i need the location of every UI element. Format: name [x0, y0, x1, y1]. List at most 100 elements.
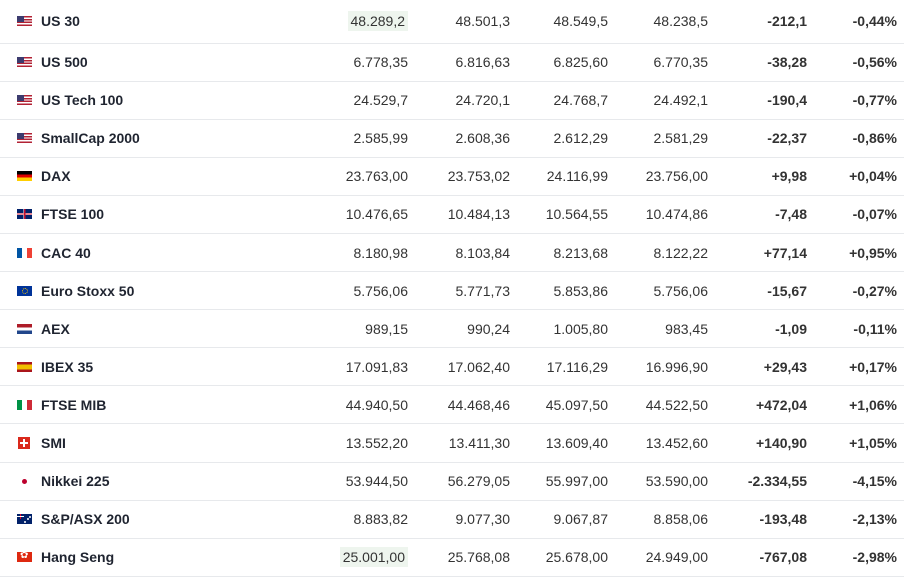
- change-percent-cell: -0,86%: [852, 130, 897, 147]
- index-name-cell[interactable]: CAC 40: [0, 233, 307, 271]
- high-price-cell: 48.549,5: [553, 13, 609, 30]
- last-price: 44.940,50: [345, 396, 408, 413]
- index-name-link[interactable]: CAC 40: [41, 245, 91, 261]
- index-name-link[interactable]: FTSE MIB: [41, 397, 106, 413]
- open-price-cell: 24.720,1: [455, 92, 511, 109]
- high-price-cell: 24.116,99: [546, 168, 608, 185]
- index-name-link[interactable]: US 30: [41, 13, 80, 29]
- index-name-link[interactable]: Nikkei 225: [41, 473, 110, 489]
- fr-flag-icon: [17, 247, 32, 258]
- change-percent-cell: -0,56%: [852, 54, 897, 71]
- high-price-cell: 17.116,29: [546, 358, 608, 375]
- table-row[interactable]: S&P/ASX 200 8.883,82 9.077,30 9.067,87 8.858…: [0, 500, 904, 539]
- index-name-link[interactable]: Hang Seng: [41, 549, 114, 565]
- index-name-cell[interactable]: FTSE 100: [0, 195, 307, 233]
- index-name-cell[interactable]: Euro Stoxx 50: [0, 272, 307, 310]
- index-name-cell[interactable]: Nikkei 225: [0, 462, 307, 500]
- index-name-cell[interactable]: SmallCap 2000: [0, 119, 307, 157]
- table-row[interactable]: FTSE 100 10.476,65 10.484,13 10.564,55 10.47…: [0, 195, 904, 234]
- last-price-cell: 13.552,20: [307, 424, 408, 462]
- change-cell: -7,48: [775, 206, 807, 223]
- open-price-cell: 2.608,36: [455, 130, 511, 147]
- last-price-cell: 24.529,7: [307, 81, 409, 119]
- nl-flag-icon: [17, 323, 32, 334]
- change-percent-cell: -0,27%: [852, 282, 897, 299]
- high-price-cell: 10.564,55: [545, 206, 608, 223]
- change-percent-cell: -0,44%: [852, 13, 897, 30]
- change-cell: -190,4: [767, 92, 807, 109]
- table-row[interactable]: SMI 13.552,20 13.411,30 13.609,40 13.452,60 +…: [0, 424, 904, 463]
- change-cell: -212,1: [767, 13, 807, 30]
- last-price: 13.552,20: [345, 434, 408, 451]
- change-cell: -193,48: [759, 511, 807, 528]
- ch-flag-icon: [18, 436, 30, 449]
- last-price: 989,15: [365, 320, 408, 337]
- index-name-link[interactable]: FTSE 100: [41, 206, 104, 222]
- table-row[interactable]: Euro Stoxx 50 5.756,06 5.771,73 5.853,86 5.7…: [0, 272, 904, 310]
- table-row[interactable]: AEX 989,15 990,24 1.005,80 983,45 -1,09 -0,11%: [0, 310, 904, 348]
- index-name-link[interactable]: SMI: [41, 435, 66, 451]
- index-name-link[interactable]: AEX: [41, 321, 70, 337]
- open-price-cell: 990,24: [467, 320, 510, 337]
- index-name-link[interactable]: S&P/ASX 200: [41, 511, 130, 527]
- index-name-cell[interactable]: US 500: [0, 43, 307, 81]
- index-name-cell[interactable]: US Tech 100: [0, 81, 307, 119]
- index-name-cell[interactable]: FTSE MIB: [0, 386, 307, 424]
- table-row[interactable]: US 500 6.778,35 6.816,63 6.825,60 6.770,35 -3…: [0, 43, 904, 82]
- table-row[interactable]: Nikkei 225 53.944,50 56.279,05 55.997,00 53.…: [0, 462, 904, 501]
- low-price-cell: 24.492,1: [653, 92, 709, 109]
- index-name-cell[interactable]: US 30: [0, 0, 307, 43]
- change-cell: +140,90: [756, 434, 807, 451]
- index-name-cell[interactable]: S&P/ASX 200: [0, 500, 307, 538]
- index-name-link[interactable]: SmallCap 2000: [41, 130, 140, 146]
- last-price: 24.529,7: [353, 92, 409, 109]
- high-price-cell: 2.612,29: [553, 130, 609, 147]
- index-name-cell[interactable]: AEX: [0, 310, 307, 348]
- last-price: 5.756,06: [353, 282, 409, 299]
- index-name-link[interactable]: Euro Stoxx 50: [41, 283, 134, 299]
- us-flag-icon: [17, 57, 32, 68]
- change-percent-cell: +0,04%: [849, 168, 897, 185]
- low-price-cell: 2.581,29: [653, 130, 709, 147]
- index-name-cell[interactable]: IBEX 35: [0, 348, 307, 386]
- last-price-cell: 8.883,82: [307, 500, 409, 538]
- last-price-cell: 17.091,83: [307, 348, 408, 386]
- high-price-cell: 24.768,7: [553, 92, 609, 109]
- index-name-cell[interactable]: SMI: [0, 424, 307, 462]
- last-price-cell: 8.180,98: [307, 233, 409, 271]
- last-price: 8.883,82: [353, 511, 409, 528]
- change-cell: -38,28: [767, 54, 807, 71]
- low-price-cell: 53.590,00: [645, 473, 708, 490]
- eu-flag-icon: [17, 285, 32, 296]
- index-name-cell[interactable]: DAX: [0, 157, 307, 195]
- change-percent-cell: +0,17%: [849, 358, 897, 375]
- index-name-link[interactable]: DAX: [41, 168, 71, 184]
- table-row[interactable]: IBEX 35 17.091,83 17.062,40 17.116,29 16.996…: [0, 348, 904, 386]
- de-flag-icon: [17, 171, 32, 182]
- index-name-link[interactable]: US 500: [41, 54, 88, 70]
- index-name-link[interactable]: IBEX 35: [41, 359, 93, 375]
- us-flag-icon: [17, 95, 32, 106]
- indices-table: US 30 48.289,2 48.501,3 48.549,5 48.238,5 -21…: [0, 0, 904, 577]
- change-percent-cell: -2,13%: [852, 511, 897, 528]
- table-row[interactable]: US 30 48.289,2 48.501,3 48.549,5 48.238,5 -21…: [0, 0, 904, 43]
- table-row[interactable]: DAX 23.763,00 23.753,02 24.116,99 23.756,00 +…: [0, 157, 904, 196]
- table-row[interactable]: FTSE MIB 44.940,50 44.468,46 45.097,50 44.52…: [0, 386, 904, 424]
- table-row[interactable]: US Tech 100 24.529,7 24.720,1 24.768,7 24.49…: [0, 81, 904, 120]
- table-row[interactable]: CAC 40 8.180,98 8.103,84 8.213,68 8.122,22 +7…: [0, 233, 904, 272]
- change-cell: -1,09: [775, 320, 807, 337]
- last-price-cell: 53.944,50: [307, 462, 408, 500]
- us-flag-icon: [17, 133, 32, 144]
- low-price-cell: 8.858,06: [653, 511, 709, 528]
- gb-flag-icon: [17, 209, 32, 220]
- table-row[interactable]: SmallCap 2000 2.585,99 2.608,36 2.612,29 2.5…: [0, 119, 904, 158]
- last-price: 10.476,65: [345, 206, 408, 223]
- es-flag-icon: [17, 361, 32, 372]
- low-price-cell: 44.522,50: [645, 396, 708, 413]
- change-percent-cell: -4,15%: [852, 473, 897, 490]
- last-price-cell: 48.289,2: [307, 0, 408, 43]
- change-percent-cell: -0,07%: [852, 206, 897, 223]
- high-price-cell: 6.825,60: [553, 54, 609, 71]
- high-price-cell: 55.997,00: [545, 473, 608, 490]
- index-name-link[interactable]: US Tech 100: [41, 92, 123, 108]
